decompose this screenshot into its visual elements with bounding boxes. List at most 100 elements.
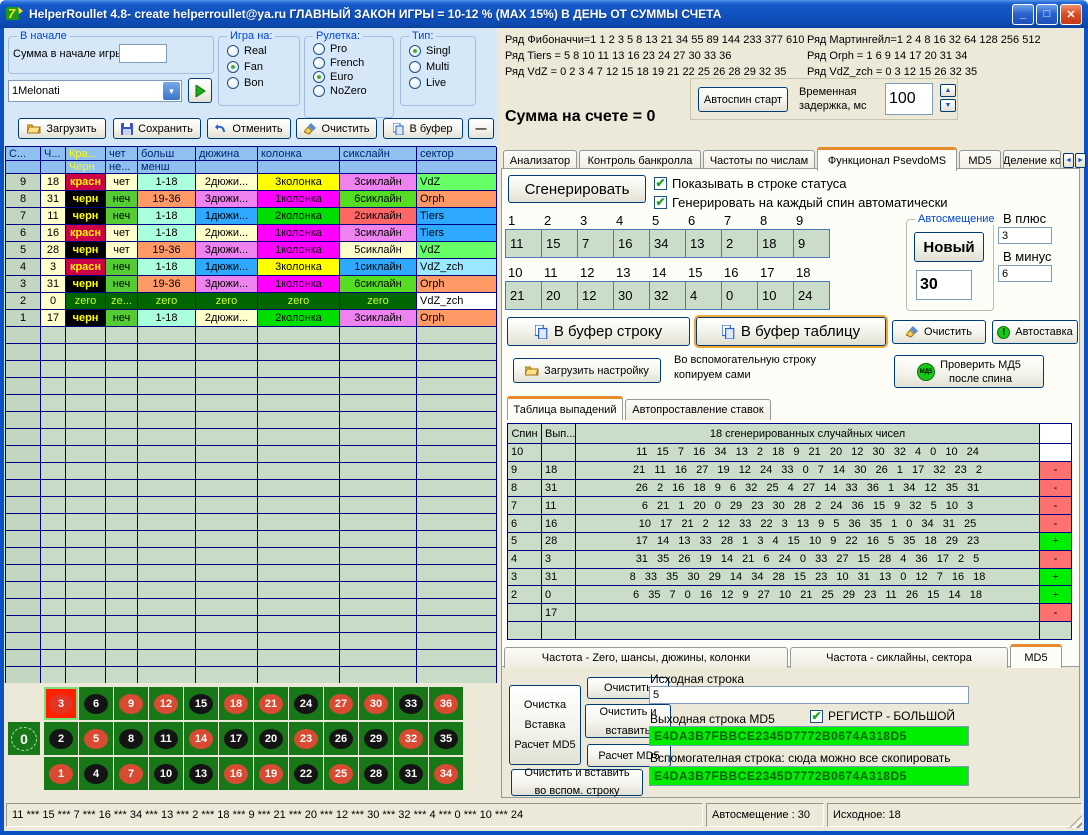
buffer-table-button[interactable]: В буфер таблицу: [696, 317, 886, 346]
left-table-cell: [138, 446, 196, 463]
cb-auto-generate[interactable]: ✔Генерировать на каждый спин автоматичес…: [654, 195, 948, 210]
tab-autobets[interactable]: Автопроставление ставок: [625, 399, 771, 420]
roulette-number-1[interactable]: 1: [44, 757, 78, 790]
delay-input[interactable]: 100: [885, 83, 933, 115]
collapse-button[interactable]: —: [468, 118, 494, 139]
load-settings-button[interactable]: Загрузить настройку: [513, 358, 661, 383]
roulette-number-27[interactable]: 27: [324, 687, 358, 720]
radio-nozero[interactable]: NoZero: [313, 85, 393, 97]
series-tiers: Ряд Tiers = 5 8 10 11 13 16 23 24 27 30 …: [505, 50, 731, 62]
autoshift-value[interactable]: 30: [916, 270, 972, 300]
spinner-up-icon[interactable]: ▲: [940, 84, 956, 97]
roulette-number-22[interactable]: 22: [289, 757, 323, 790]
tab-freq-md5[interactable]: MD5: [1010, 644, 1062, 668]
md5-clear-paste-aux-button[interactable]: Очистить и вставитьво вспом. строку: [511, 769, 643, 796]
minus-input[interactable]: 6: [998, 265, 1052, 282]
preset-combo[interactable]: 1Melonati ▼: [8, 80, 182, 102]
roulette-number-32[interactable]: 32: [394, 722, 428, 755]
left-table-cell: [196, 344, 258, 361]
roulette-number-14[interactable]: 14: [184, 722, 218, 755]
buffer-row-button[interactable]: В буфер строку: [507, 317, 690, 346]
roulette-number-3[interactable]: 3: [44, 687, 78, 720]
md5-aux-field[interactable]: E4DA3B7FBBCE2345D7772B0674A318D5: [649, 766, 969, 786]
roulette-zero[interactable]: 0: [8, 722, 40, 755]
clear-gen-button[interactable]: Очистить: [892, 320, 986, 344]
roulette-number-8[interactable]: 8: [114, 722, 148, 755]
minimize-button[interactable]: _: [1012, 4, 1034, 25]
roulette-number-25[interactable]: 25: [324, 757, 358, 790]
radio-fan[interactable]: Fan: [227, 61, 299, 73]
cb-uppercase[interactable]: ✔РЕГИСТР - БОЛЬШОЙ: [810, 709, 955, 723]
close-button[interactable]: ✕: [1060, 4, 1082, 25]
roulette-number-28[interactable]: 28: [359, 757, 393, 790]
generate-button[interactable]: Сгенерировать: [508, 175, 646, 203]
roulette-number-16[interactable]: 16: [219, 757, 253, 790]
roulette-number-11[interactable]: 11: [149, 722, 183, 755]
autobet-button[interactable]: ! Автоставка: [992, 320, 1078, 344]
roulette-number-29[interactable]: 29: [359, 722, 393, 755]
radio-euro[interactable]: Euro: [313, 71, 393, 83]
roulette-number-7[interactable]: 7: [114, 757, 148, 790]
undo-button[interactable]: Отменить: [207, 118, 291, 139]
left-table-cell: [196, 616, 258, 633]
roulette-number-9[interactable]: 9: [114, 687, 148, 720]
md5-out-field[interactable]: E4DA3B7FBBCE2345D7772B0674A318D5: [649, 726, 969, 746]
roulette-number-5[interactable]: 5: [79, 722, 113, 755]
roulette-number-36[interactable]: 36: [429, 687, 463, 720]
tab-freq-zero[interactable]: Частота - Zero, шансы, дюжины, колонки: [504, 647, 788, 668]
spinner-down-icon[interactable]: ▼: [940, 99, 956, 112]
roulette-number-21[interactable]: 21: [254, 687, 288, 720]
play-button[interactable]: [188, 78, 212, 103]
tab-spin-table[interactable]: Таблица выпадений: [507, 396, 623, 420]
roulette-number-31[interactable]: 31: [394, 757, 428, 790]
roulette-number-6[interactable]: 6: [79, 687, 113, 720]
tab-freq-sixline[interactable]: Частота - сиклайны, сектора: [790, 647, 1008, 668]
roulette-number-4[interactable]: 4: [79, 757, 113, 790]
gen-grid-cell: 11: [506, 230, 542, 258]
roulette-number-30[interactable]: 30: [359, 687, 393, 720]
tab-psevdoms[interactable]: Функционал PsevdoMS: [817, 147, 957, 171]
to-buffer-button[interactable]: В буфер: [383, 118, 463, 139]
cb-uppercase-label: РЕГИСТР - БОЛЬШОЙ: [828, 709, 955, 723]
roulette-number-17[interactable]: 17: [219, 722, 253, 755]
clear-button[interactable]: Очистить: [296, 118, 377, 139]
roulette-number-15[interactable]: 15: [184, 687, 218, 720]
roulette-number-19[interactable]: 19: [254, 757, 288, 790]
tab-scroll-right-icon[interactable]: ►: [1075, 153, 1086, 168]
plus-input[interactable]: 3: [998, 227, 1052, 244]
left-table-header: [258, 161, 340, 174]
radio-bon[interactable]: Bon: [227, 77, 299, 89]
titlebar[interactable]: 7 HelperRoullet 4.8- create helperroulle…: [0, 0, 1088, 28]
roulette-number-34[interactable]: 34: [429, 757, 463, 790]
cb-show-status[interactable]: ✔Показывать в строке статуса: [654, 176, 847, 191]
roulette-number-26[interactable]: 26: [324, 722, 358, 755]
roulette-number-33[interactable]: 33: [394, 687, 428, 720]
load-button[interactable]: Загрузить: [18, 118, 106, 139]
roulette-number-18[interactable]: 18: [219, 687, 253, 720]
maximize-button[interactable]: □: [1036, 4, 1058, 25]
autospin-start-button[interactable]: Автоспин старт: [698, 87, 788, 112]
autoshift-new-button[interactable]: Новый: [914, 232, 984, 262]
radio-real[interactable]: Real: [227, 45, 299, 57]
roulette-number-2[interactable]: 2: [44, 722, 78, 755]
spin-table-cell-nums: 10 17 21 2 12 33 22 3 13 9 5 36 35 1 0 3…: [576, 515, 1040, 533]
save-button[interactable]: Сохранить: [113, 118, 201, 139]
roulette-number-13[interactable]: 13: [184, 757, 218, 790]
md5-big-button[interactable]: ОчисткаВставкаРасчет MD5: [509, 685, 581, 765]
chevron-down-icon[interactable]: ▼: [163, 82, 180, 100]
roulette-number-12[interactable]: 12: [149, 687, 183, 720]
roulette-number-20[interactable]: 20: [254, 722, 288, 755]
radio-singl[interactable]: Singl: [409, 45, 475, 57]
radio-french[interactable]: French: [313, 57, 393, 69]
radio-multi[interactable]: Multi: [409, 61, 475, 73]
check-md5-button[interactable]: МД5 Проверить МД5после спина: [894, 355, 1044, 388]
roulette-number-24[interactable]: 24: [289, 687, 323, 720]
radio-live[interactable]: Live: [409, 77, 475, 89]
start-sum-input[interactable]: [119, 44, 167, 63]
roulette-number-35[interactable]: 35: [429, 722, 463, 755]
roulette-number-10[interactable]: 10: [149, 757, 183, 790]
md5-src-input[interactable]: 5: [649, 686, 969, 704]
tab-scroll-left-icon[interactable]: ◄: [1063, 153, 1074, 168]
radio-pro[interactable]: Pro: [313, 43, 393, 55]
roulette-number-23[interactable]: 23: [289, 722, 323, 755]
